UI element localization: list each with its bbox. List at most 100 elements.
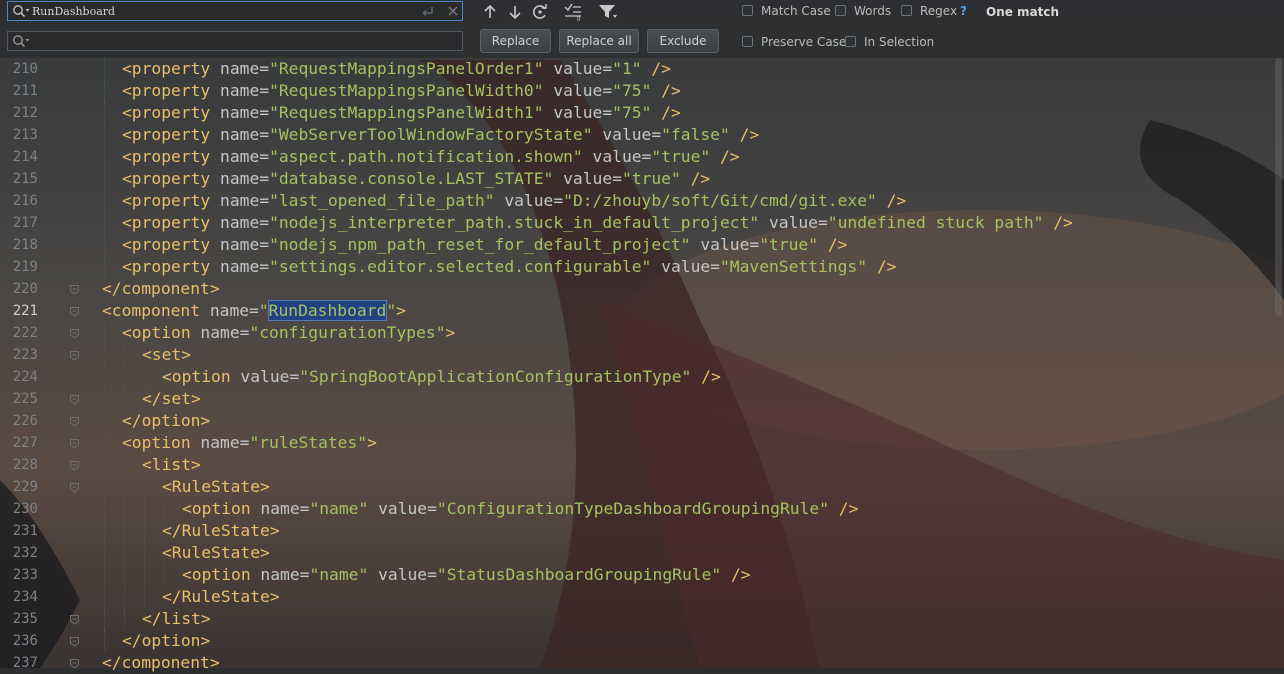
code-line[interactable]: </list> — [142, 608, 211, 630]
line-number[interactable]: 220 — [0, 278, 38, 300]
line-number[interactable]: 211 — [0, 80, 38, 102]
select-all-occurrences-icon[interactable]: II — [562, 2, 584, 22]
vertical-scrollbar-thumb[interactable] — [1275, 58, 1282, 316]
line-number[interactable]: 233 — [0, 564, 38, 586]
fold-marker-icon[interactable] — [69, 306, 80, 317]
fold-marker-icon[interactable] — [69, 328, 80, 339]
code-line[interactable]: <property name="RequestMappingsPanelWidt… — [122, 102, 681, 124]
code-line[interactable]: </component> — [102, 278, 220, 300]
line-number[interactable]: 230 — [0, 498, 38, 520]
code-line[interactable]: </RuleState> — [162, 520, 280, 542]
line-number[interactable]: 214 — [0, 146, 38, 168]
replace-history-icon[interactable] — [11, 33, 31, 49]
find-in-path-icon[interactable] — [530, 2, 552, 22]
line-number[interactable]: 224 — [0, 366, 38, 388]
match-case-label[interactable]: Match Case — [761, 4, 831, 18]
code-line[interactable]: <set> — [142, 344, 191, 366]
code-line[interactable]: <RuleState> — [162, 476, 270, 498]
line-number[interactable]: 235 — [0, 608, 38, 630]
previous-occurrence-icon[interactable] — [479, 2, 501, 22]
words-checkbox[interactable] — [835, 5, 846, 16]
line-number[interactable]: 223 — [0, 344, 38, 366]
replace-field[interactable] — [7, 31, 463, 51]
line-number[interactable]: 237 — [0, 652, 38, 674]
replace-button[interactable]: Replace — [480, 29, 551, 53]
code-line[interactable]: <option name="name" value="Configuration… — [182, 498, 858, 520]
line-number[interactable]: 219 — [0, 256, 38, 278]
line-number-gutter[interactable]: 210 211 212 213 214 215 216 217 218 219 220 221 222 2… — [0, 58, 82, 671]
code-line[interactable]: <property name="WebServerToolWindowFacto… — [122, 124, 759, 146]
code-line[interactable]: </set> — [142, 388, 201, 410]
fold-marker-icon[interactable] — [69, 350, 80, 361]
next-occurrence-icon[interactable] — [504, 2, 526, 22]
code-line[interactable]: <property name="settings.editor.selected… — [122, 256, 896, 278]
find-input[interactable] — [32, 3, 412, 19]
code-line[interactable]: </option> — [122, 630, 210, 652]
indent-guide — [164, 498, 165, 520]
regex-checkbox[interactable] — [901, 5, 912, 16]
search-history-icon[interactable] — [11, 3, 31, 19]
clear-search-icon[interactable] — [445, 4, 461, 18]
line-number[interactable]: 217 — [0, 212, 38, 234]
match-case-checkbox[interactable] — [742, 5, 753, 16]
line-number[interactable]: 229 — [0, 476, 38, 498]
in-selection-checkbox[interactable] — [845, 36, 856, 47]
regex-help-icon[interactable]: ? — [960, 4, 967, 18]
line-number[interactable]: 212 — [0, 102, 38, 124]
fold-marker-icon[interactable] — [69, 636, 80, 647]
line-number[interactable]: 210 — [0, 58, 38, 80]
line-number[interactable]: 228 — [0, 454, 38, 476]
line-number[interactable]: 222 — [0, 322, 38, 344]
filter-icon[interactable] — [597, 2, 619, 22]
preserve-case-checkbox[interactable] — [742, 36, 753, 47]
line-number[interactable]: 225 — [0, 388, 38, 410]
fold-marker-icon[interactable] — [69, 460, 80, 471]
code-line[interactable]: <property name="RequestMappingsPanelOrde… — [122, 58, 671, 80]
line-number[interactable]: 218 — [0, 234, 38, 256]
code-line[interactable]: </RuleState> — [162, 586, 280, 608]
new-line-icon[interactable] — [420, 4, 436, 18]
fold-marker-icon[interactable] — [69, 658, 80, 669]
line-number[interactable]: 226 — [0, 410, 38, 432]
code-line[interactable]: <option value="SpringBootApplicationConf… — [162, 366, 721, 388]
code-line[interactable]: <property name="nodejs_npm_path_reset_fo… — [122, 234, 847, 256]
line-number[interactable]: 227 — [0, 432, 38, 454]
code-line[interactable]: <option name="configurationTypes"> — [122, 322, 455, 344]
fold-marker-icon[interactable] — [69, 614, 80, 625]
line-number[interactable]: 213 — [0, 124, 38, 146]
line-number[interactable]: 231 — [0, 520, 38, 542]
line-number[interactable]: 221 — [0, 300, 38, 322]
fold-marker-icon[interactable] — [69, 394, 80, 405]
code-line[interactable]: </component> — [102, 652, 220, 674]
code-line[interactable]: <list> — [142, 454, 201, 476]
find-field[interactable] — [7, 1, 463, 21]
preserve-case-label[interactable]: Preserve Case — [761, 35, 846, 49]
words-label[interactable]: Words — [854, 4, 891, 18]
code-line[interactable]: <property name="database.console.LAST_ST… — [122, 168, 710, 190]
replace-all-button[interactable]: Replace all — [559, 29, 639, 53]
code-area[interactable]: <property name="RequestMappingsPanelOrde… — [82, 58, 1284, 672]
line-number[interactable]: 236 — [0, 630, 38, 652]
regex-label[interactable]: Regex — [920, 4, 957, 18]
code-line[interactable]: <property name="RequestMappingsPanelWidt… — [122, 80, 681, 102]
fold-marker-icon[interactable] — [69, 416, 80, 427]
exclude-button[interactable]: Exclude — [647, 29, 719, 53]
code-line[interactable]: <RuleState> — [162, 542, 270, 564]
fold-marker-icon[interactable] — [69, 482, 80, 493]
line-number[interactable]: 234 — [0, 586, 38, 608]
line-number[interactable]: 216 — [0, 190, 38, 212]
fold-marker-icon[interactable] — [69, 438, 80, 449]
line-number[interactable]: 232 — [0, 542, 38, 564]
code-line[interactable]: <property name="nodejs_interpreter_path.… — [122, 212, 1073, 234]
fold-marker-icon[interactable] — [69, 284, 80, 295]
code-line[interactable]: </option> — [122, 410, 210, 432]
code-line[interactable]: <component name="RunDashboard"> — [102, 300, 406, 322]
code-editor[interactable]: 210 211 212 213 214 215 216 217 218 219 220 221 222 2… — [0, 58, 1284, 672]
line-number[interactable]: 215 — [0, 168, 38, 190]
in-selection-label[interactable]: In Selection — [864, 35, 934, 49]
code-line[interactable]: <property name="last_opened_file_path" v… — [122, 190, 906, 212]
code-line[interactable]: <option name="name" value="StatusDashboa… — [182, 564, 751, 586]
code-line[interactable]: <option name="ruleStates"> — [122, 432, 377, 454]
code-line[interactable]: <property name="aspect.path.notification… — [122, 146, 740, 168]
replace-input[interactable] — [32, 33, 412, 49]
